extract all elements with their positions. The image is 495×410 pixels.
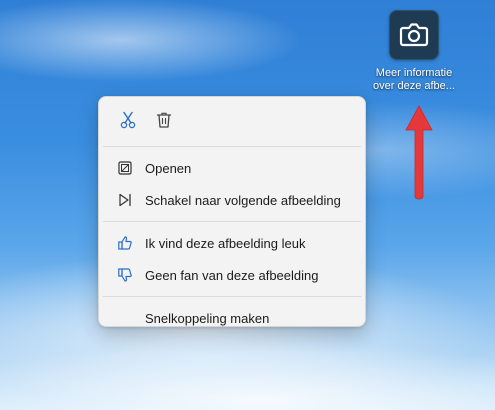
thumbs-down-icon	[117, 267, 133, 283]
camera-icon	[389, 10, 439, 60]
menu-item-dislike-picture[interactable]: Geen fan van deze afbeelding	[103, 259, 361, 291]
quick-actions-row	[103, 103, 361, 141]
scissors-icon	[119, 111, 137, 134]
menu-item-label: Schakel naar volgende afbeelding	[145, 192, 341, 208]
menu-item-next-picture[interactable]: Schakel naar volgende afbeelding	[103, 184, 361, 216]
menu-item-label: Geen fan van deze afbeelding	[145, 267, 319, 283]
cut-button[interactable]	[113, 107, 143, 137]
context-menu: Openen Schakel naar volgende afbeelding …	[98, 96, 366, 327]
skip-next-icon	[117, 192, 133, 208]
red-arrow-annotation	[405, 105, 433, 200]
menu-divider	[103, 221, 361, 222]
menu-divider	[103, 146, 361, 147]
menu-item-like-picture[interactable]: Ik vind deze afbeelding leuk	[103, 227, 361, 259]
menu-divider	[103, 296, 361, 297]
menu-item-create-shortcut[interactable]: Snelkoppeling maken	[103, 302, 361, 334]
menu-item-label: Openen	[145, 160, 192, 176]
thumbs-up-icon	[117, 235, 133, 251]
menu-item-label: Snelkoppeling maken	[145, 310, 270, 326]
delete-button[interactable]	[149, 107, 179, 137]
desktop-icon-label: Meer informatie over deze afbe...	[373, 67, 455, 92]
desktop-icon-learn-about-picture[interactable]: Meer informatie over deze afbe...	[366, 10, 462, 93]
trash-icon	[155, 111, 173, 134]
menu-item-open[interactable]: Openen	[103, 152, 361, 184]
menu-item-label: Ik vind deze afbeelding leuk	[145, 235, 306, 251]
open-icon	[117, 160, 133, 176]
